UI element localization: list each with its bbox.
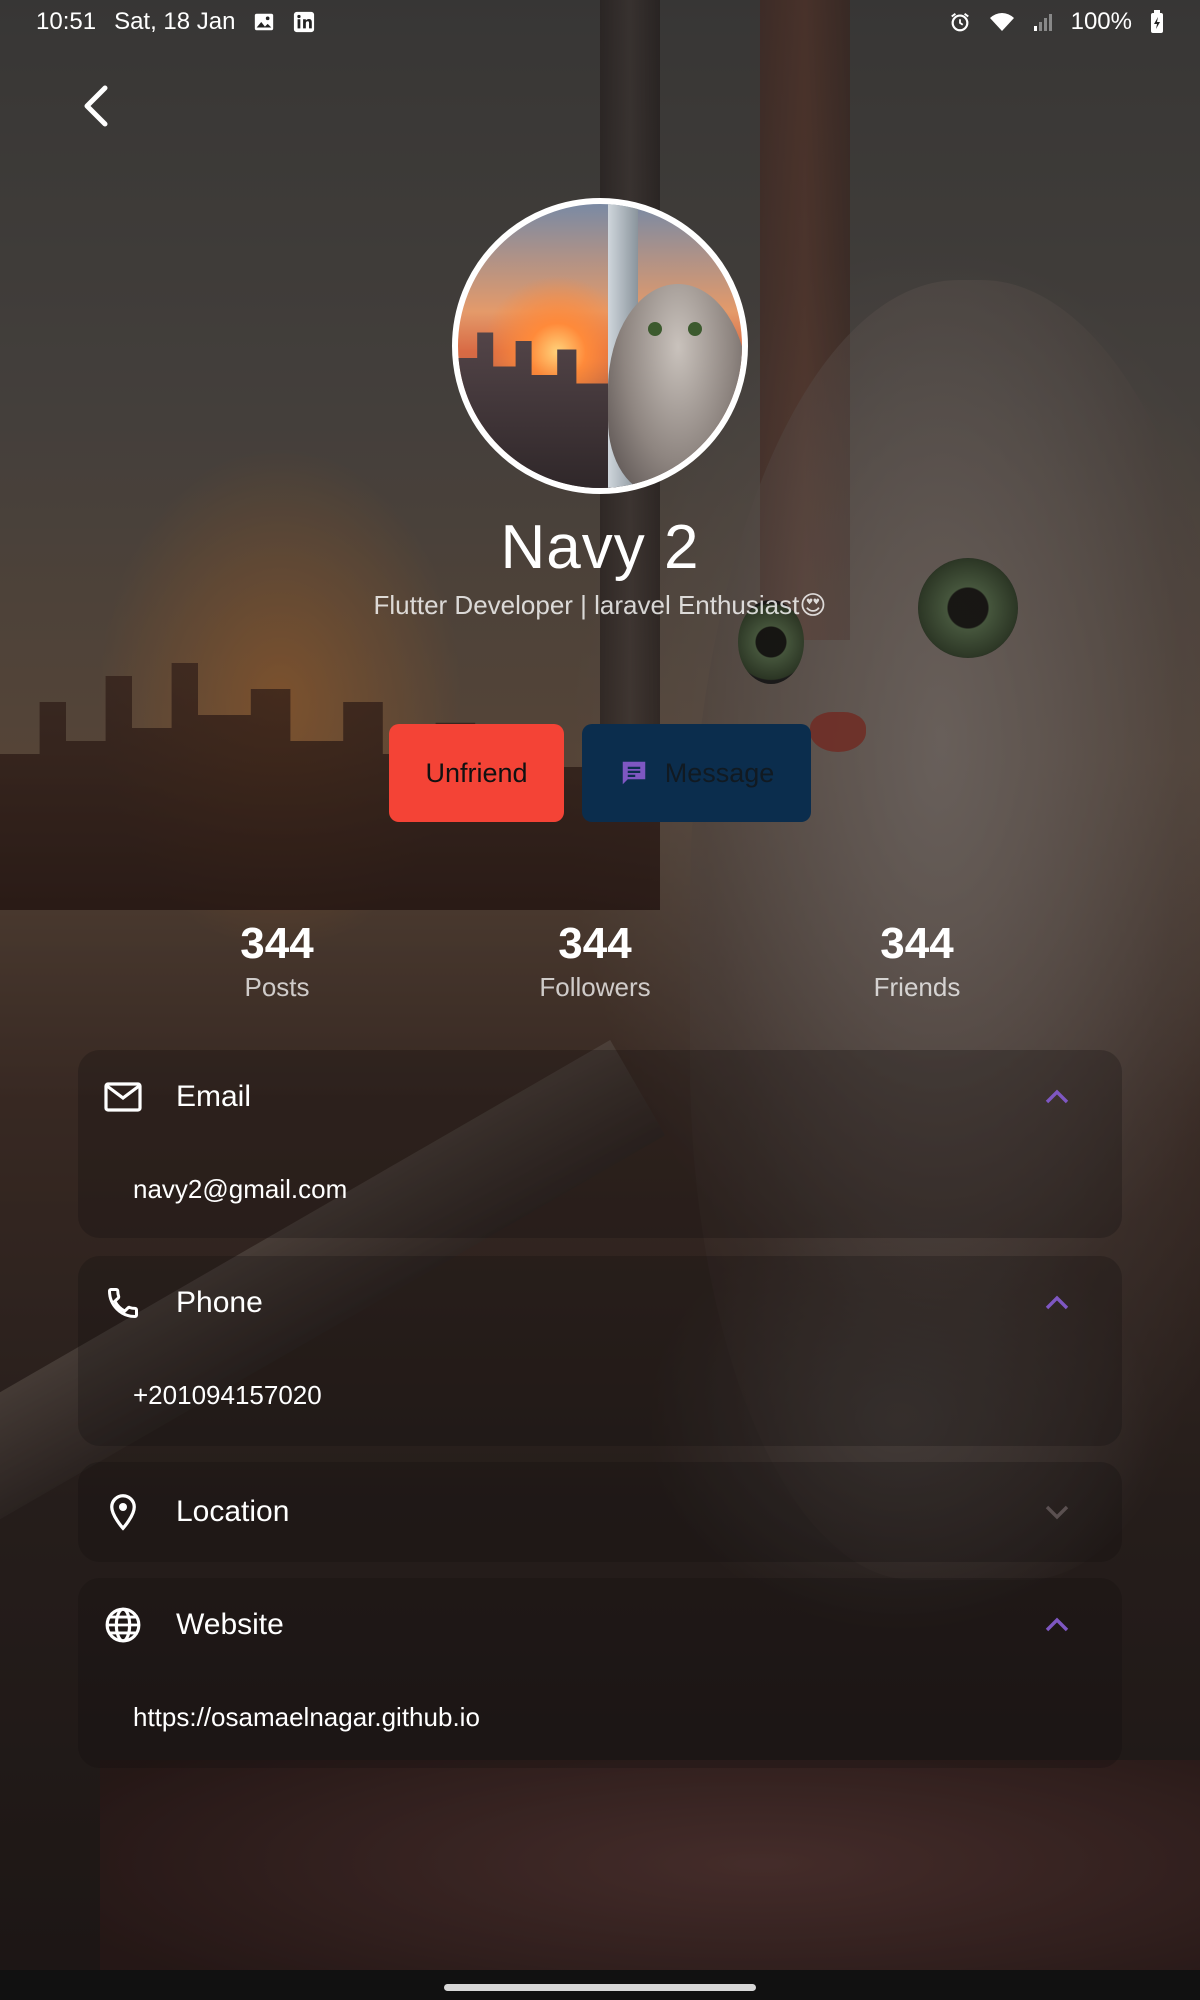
status-date: Sat, 18 Jan bbox=[114, 8, 236, 35]
phone-icon bbox=[104, 1284, 142, 1322]
stat-label: Friends bbox=[873, 972, 961, 1002]
chevron-down-icon bbox=[1042, 1497, 1072, 1527]
website-title: Website bbox=[176, 1608, 284, 1641]
home-indicator[interactable] bbox=[444, 1984, 756, 1991]
location-panel: Location bbox=[78, 1462, 1122, 1562]
stat-value: 344 bbox=[240, 919, 314, 968]
stat-friends[interactable]: 344 Friends bbox=[807, 918, 1027, 1003]
phone-panel: Phone +201094157020 bbox=[78, 1256, 1122, 1446]
phone-value[interactable]: +201094157020 bbox=[133, 1380, 322, 1411]
profile-screen: Navy 2 Flutter Developer | laravel Enthu… bbox=[0, 0, 1200, 2000]
phone-title: Phone bbox=[176, 1286, 263, 1319]
unfriend-button[interactable]: Unfriend bbox=[389, 724, 564, 822]
chevron-up-icon bbox=[1042, 1288, 1072, 1318]
chat-icon bbox=[622, 761, 645, 785]
status-bar: 10:51 Sat, 18 Jan 100% bbox=[0, 0, 1200, 44]
stat-value: 344 bbox=[880, 919, 954, 968]
email-panel: Email navy2@gmail.com bbox=[78, 1050, 1122, 1238]
chevron-up-icon bbox=[1042, 1082, 1072, 1112]
website-panel-header[interactable]: Website bbox=[78, 1578, 1122, 1672]
status-time: 10:51 bbox=[36, 8, 97, 35]
battery-icon bbox=[1150, 10, 1164, 34]
stat-value: 344 bbox=[558, 919, 632, 968]
email-value[interactable]: navy2@gmail.com bbox=[133, 1174, 347, 1205]
stat-posts[interactable]: 344 Posts bbox=[167, 918, 387, 1003]
alarm-icon bbox=[949, 11, 971, 33]
image-icon bbox=[253, 11, 275, 33]
location-panel-header[interactable]: Location bbox=[78, 1462, 1122, 1562]
avatar[interactable] bbox=[452, 198, 748, 494]
globe-icon bbox=[104, 1606, 142, 1644]
back-button[interactable] bbox=[66, 76, 126, 136]
back-arrow-icon bbox=[84, 85, 108, 127]
stat-label: Posts bbox=[244, 972, 310, 1002]
profile-bio: Flutter Developer | laravel Enthusiast😍 bbox=[373, 590, 827, 620]
signal-icon bbox=[1033, 12, 1053, 32]
stat-followers[interactable]: 344 Followers bbox=[485, 918, 705, 1003]
battery-percent: 100% bbox=[1070, 8, 1132, 35]
email-title: Email bbox=[176, 1080, 252, 1113]
linkedin-icon bbox=[293, 11, 315, 33]
wifi-icon bbox=[989, 11, 1015, 33]
profile-name: Navy 2 bbox=[500, 513, 700, 582]
website-value[interactable]: https://osamaelnagar.github.io bbox=[133, 1702, 480, 1733]
phone-panel-header[interactable]: Phone bbox=[78, 1256, 1122, 1350]
location-pin-icon bbox=[104, 1493, 142, 1531]
unfriend-label: Unfriend bbox=[425, 757, 528, 788]
message-label: Message bbox=[664, 757, 775, 788]
email-panel-header[interactable]: Email bbox=[78, 1050, 1122, 1144]
stat-label: Followers bbox=[539, 972, 651, 1002]
message-button[interactable]: Message bbox=[582, 724, 811, 822]
location-title: Location bbox=[176, 1495, 290, 1528]
chevron-up-icon bbox=[1042, 1610, 1072, 1640]
profile-actions: Unfriend Message bbox=[0, 724, 1200, 822]
profile-stats: 344 Posts 344 Followers 344 Friends bbox=[0, 918, 1200, 1008]
mail-icon bbox=[104, 1078, 142, 1116]
website-panel: Website https://osamaelnagar.github.io bbox=[78, 1578, 1122, 1768]
